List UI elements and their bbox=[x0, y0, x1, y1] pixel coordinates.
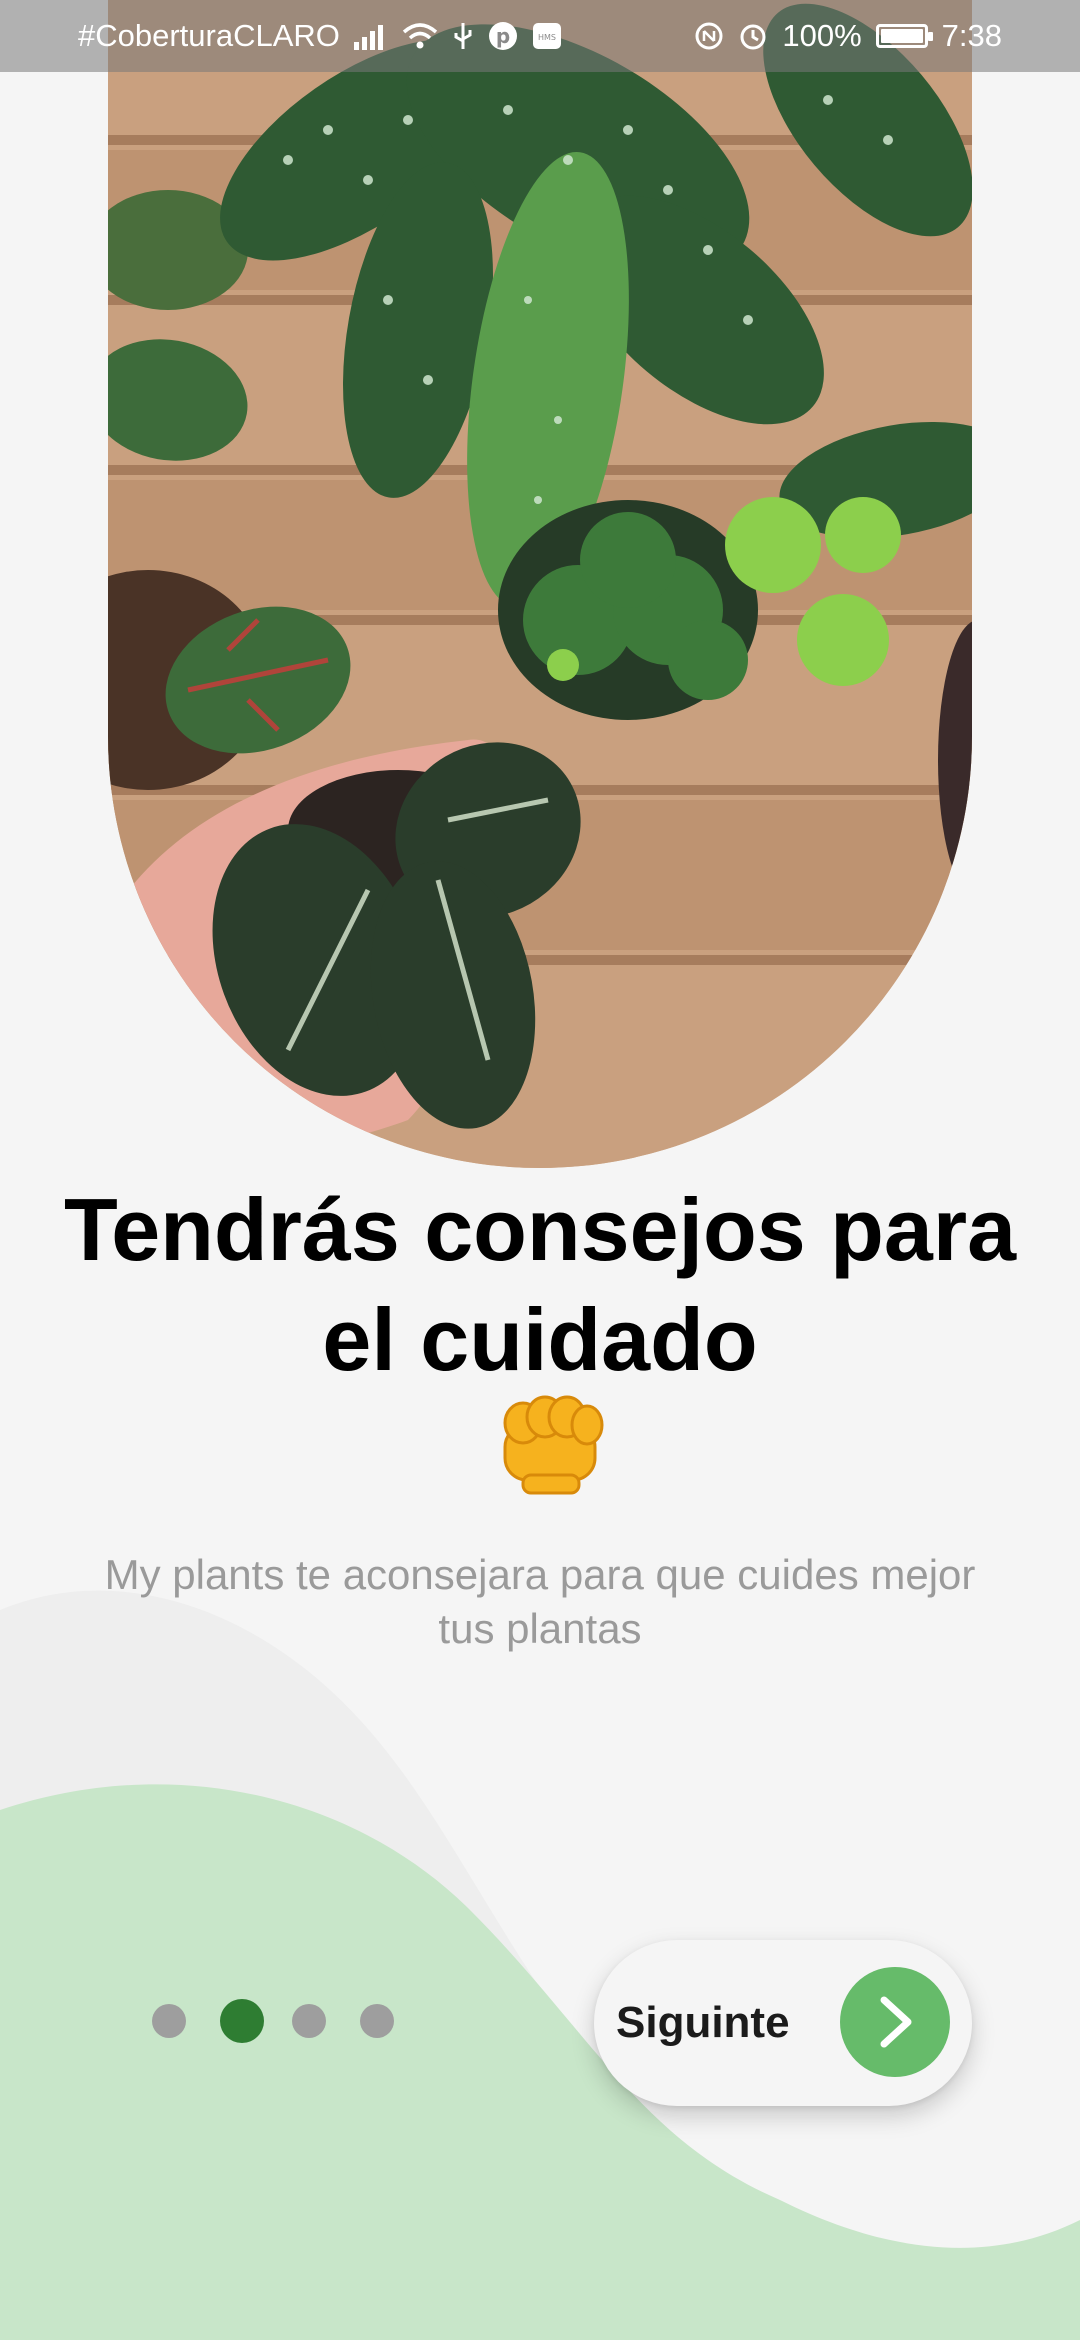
signal-icon bbox=[353, 22, 388, 50]
battery-icon bbox=[875, 24, 933, 48]
page-dot bbox=[360, 2004, 394, 2038]
plants-illustration bbox=[108, 0, 972, 1168]
chevron-right-icon[interactable] bbox=[840, 1967, 950, 2077]
status-bar: #CoberturaCLARO p HMS 100% 7:38 bbox=[0, 0, 1080, 72]
onboarding-subtitle: My plants te aconsejara para que cuides … bbox=[104, 1551, 976, 1652]
onboarding-title: Tendrás consejos para el cuidado bbox=[63, 1180, 1017, 1389]
battery-percent: 100% bbox=[782, 18, 862, 53]
page-indicator bbox=[152, 1996, 428, 2046]
nfc-icon bbox=[694, 21, 724, 51]
svg-text:HMS: HMS bbox=[538, 33, 556, 42]
hms-icon: HMS bbox=[532, 21, 562, 51]
page-dot bbox=[152, 2004, 186, 2038]
hero-plants-image bbox=[108, 0, 972, 1168]
wifi-icon bbox=[402, 22, 438, 50]
pinterest-icon: p bbox=[488, 21, 518, 51]
alarm-icon bbox=[738, 21, 768, 51]
battery-level-fill bbox=[880, 29, 923, 43]
carrier-label: #CoberturaCLARO bbox=[78, 18, 340, 53]
onboarding-screen: #CoberturaCLARO p HMS 100% 7:38 Tendrás … bbox=[0, 0, 1080, 2340]
usb-icon bbox=[452, 21, 474, 51]
svg-text:p: p bbox=[496, 24, 510, 48]
page-dot bbox=[292, 2004, 326, 2038]
next-button[interactable]: Siguinte bbox=[594, 1940, 972, 2106]
page-dot-active bbox=[220, 1999, 264, 2043]
clock: 7:38 bbox=[941, 18, 1002, 53]
oncoming-fist-icon bbox=[495, 1395, 605, 1495]
next-button-label: Siguinte bbox=[616, 1998, 790, 2047]
